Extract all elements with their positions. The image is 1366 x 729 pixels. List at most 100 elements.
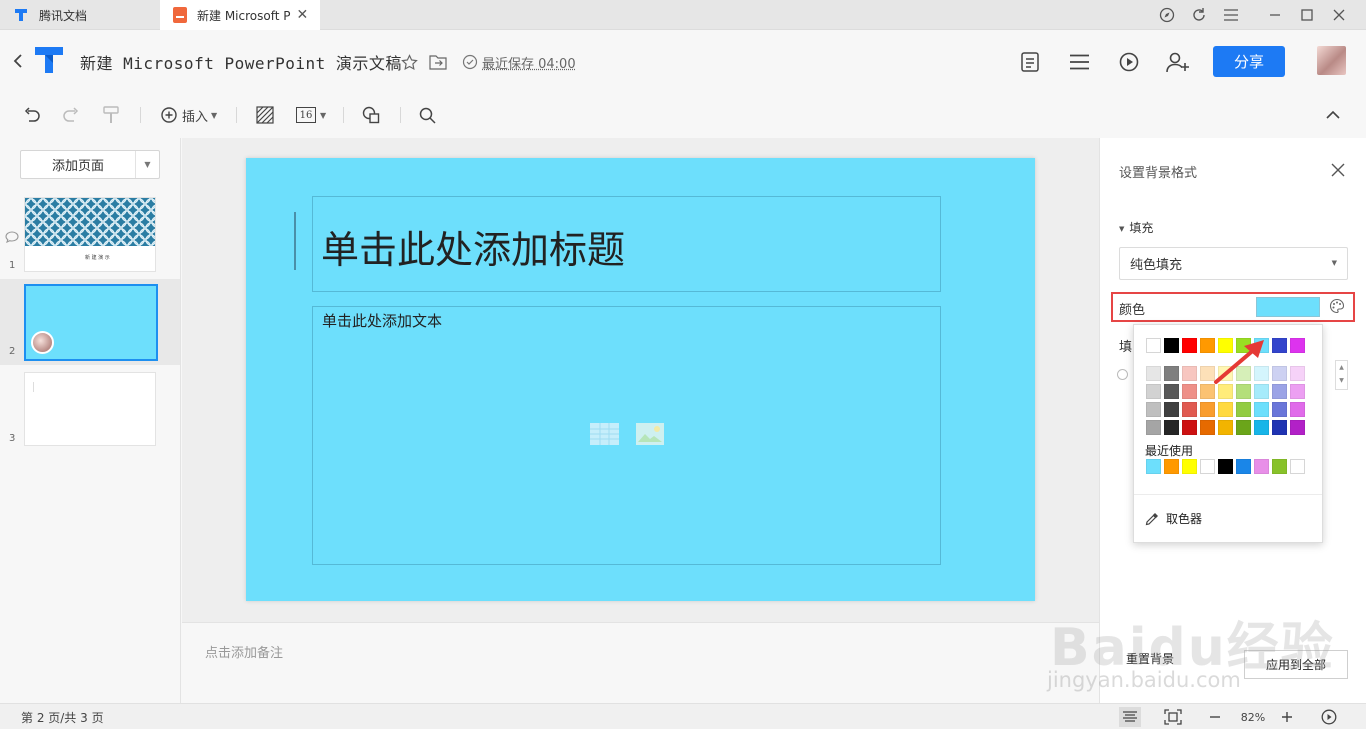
slide-thumbnail-row[interactable]: 2 (0, 279, 180, 365)
transparency-stepper[interactable]: ▲ ▼ (1335, 360, 1348, 390)
refresh-icon[interactable] (1189, 5, 1209, 25)
tab-tencent-docs[interactable]: 腾讯文档 (0, 0, 158, 30)
menu-icon[interactable] (1221, 5, 1241, 25)
maximize-icon[interactable] (1297, 5, 1317, 25)
color-swatch-shade[interactable] (1218, 384, 1233, 399)
color-swatch-shade[interactable] (1254, 384, 1269, 399)
color-swatch-shade[interactable] (1182, 402, 1197, 417)
move-to-folder-icon[interactable] (429, 55, 447, 70)
color-swatch-shade[interactable] (1254, 420, 1269, 435)
document-outline-icon[interactable] (1021, 52, 1039, 72)
color-swatch-shade[interactable] (1290, 402, 1305, 417)
color-swatch-shade[interactable] (1200, 420, 1215, 435)
color-swatch-shade[interactable] (1164, 402, 1179, 417)
color-swatch-shade[interactable] (1164, 420, 1179, 435)
color-swatch-standard[interactable] (1272, 338, 1287, 353)
palette-icon[interactable] (1329, 298, 1345, 314)
color-swatch-recent[interactable] (1164, 459, 1179, 474)
color-swatch-shade[interactable] (1272, 384, 1287, 399)
slide-thumbnail-row[interactable]: 1 新 建 演 示 (0, 193, 180, 279)
insert-table-icon[interactable] (590, 423, 619, 445)
color-swatch-standard[interactable] (1164, 338, 1179, 353)
color-swatch-standard[interactable] (1146, 338, 1161, 353)
color-swatch-recent[interactable] (1218, 459, 1233, 474)
zoom-in-icon[interactable] (1278, 707, 1296, 727)
color-swatch-shade[interactable] (1146, 420, 1161, 435)
color-swatch-shade[interactable] (1200, 384, 1215, 399)
color-swatch-standard[interactable] (1182, 338, 1197, 353)
color-swatch-shade[interactable] (1146, 366, 1161, 381)
color-swatch-shade[interactable] (1218, 420, 1233, 435)
color-swatch-shade[interactable] (1218, 402, 1233, 417)
shapes-icon[interactable] (362, 104, 380, 126)
eyedropper-button[interactable]: 取色器 (1145, 510, 1202, 527)
color-swatch-recent[interactable] (1254, 459, 1269, 474)
color-swatch-shade[interactable] (1272, 366, 1287, 381)
title-placeholder[interactable]: 单击此处添加标题 (312, 196, 941, 292)
fill-type-select[interactable]: 纯色填充 ▼ (1119, 247, 1348, 280)
color-swatch-recent[interactable] (1236, 459, 1251, 474)
search-icon[interactable] (419, 104, 436, 126)
insert-menu[interactable]: 插入 ▼ (161, 104, 217, 126)
color-swatch-shade[interactable] (1146, 402, 1161, 417)
body-placeholder[interactable]: 单击此处添加文本 (312, 306, 941, 565)
color-swatch-shade[interactable] (1236, 402, 1251, 417)
comment-icon[interactable] (5, 231, 19, 243)
fit-to-window-icon[interactable] (1163, 707, 1183, 727)
color-swatch-shade[interactable] (1272, 420, 1287, 435)
color-swatch-shade[interactable] (1164, 366, 1179, 381)
compass-icon[interactable] (1157, 5, 1177, 25)
font-size-select[interactable]: 16 ▼ (296, 104, 326, 126)
color-row[interactable]: 颜色 (1111, 292, 1355, 322)
hamburger-menu-icon[interactable] (1070, 54, 1089, 70)
slide-thumbnail-1[interactable]: 新 建 演 示 (24, 197, 156, 272)
undo-icon[interactable] (23, 104, 41, 126)
color-swatch-recent[interactable] (1200, 459, 1215, 474)
add-collaborator-icon[interactable] (1166, 51, 1190, 73)
color-swatch-recent[interactable] (1146, 459, 1161, 474)
close-window-icon[interactable] (1329, 5, 1349, 25)
transparency-slider-handle[interactable] (1117, 369, 1128, 380)
color-swatch-shade[interactable] (1200, 402, 1215, 417)
color-swatch-recent[interactable] (1182, 459, 1197, 474)
zoom-out-icon[interactable] (1206, 707, 1224, 727)
slide-thumbnail-row[interactable]: 3 (0, 366, 180, 452)
tencent-docs-logo[interactable] (33, 45, 65, 75)
current-slide[interactable]: 单击此处添加标题 单击此处添加文本 (246, 158, 1035, 601)
color-swatch-shade[interactable] (1182, 420, 1197, 435)
color-swatch-shade[interactable] (1290, 384, 1305, 399)
format-painter-icon[interactable] (103, 104, 119, 126)
play-slideshow-icon[interactable] (1119, 52, 1139, 72)
add-page-button[interactable]: 添加页面 ▼ (20, 150, 160, 179)
close-panel-icon[interactable] (1331, 163, 1345, 177)
color-swatch-shade[interactable] (1182, 366, 1197, 381)
close-tab-icon[interactable]: ✕ (296, 7, 308, 23)
color-swatch-shade[interactable] (1146, 384, 1161, 399)
user-avatar[interactable] (1317, 46, 1346, 75)
save-status[interactable]: 最近保存 04:00 (482, 53, 576, 72)
color-swatch-shade[interactable] (1236, 384, 1251, 399)
notes-toggle-icon[interactable] (1119, 707, 1141, 727)
slide-thumbnail-3[interactable] (24, 372, 156, 446)
slide-thumbnail-2[interactable] (24, 284, 158, 361)
color-swatch-shade[interactable] (1182, 384, 1197, 399)
fill-section-header[interactable]: ▼ 填充 (1119, 219, 1153, 236)
color-swatch-standard[interactable] (1290, 338, 1305, 353)
tab-presentation[interactable]: 新建 Microsoft P ✕ (160, 0, 320, 30)
color-swatch-shade[interactable] (1164, 384, 1179, 399)
color-swatch-shade[interactable] (1290, 420, 1305, 435)
minimize-icon[interactable] (1265, 5, 1285, 25)
zoom-level[interactable]: 82% (1236, 707, 1270, 727)
share-button[interactable]: 分享 (1213, 46, 1285, 77)
add-page-dropdown-icon[interactable]: ▼ (135, 151, 159, 178)
collapse-toolbar-icon[interactable] (1325, 104, 1341, 126)
color-swatch-shade[interactable] (1254, 402, 1269, 417)
star-icon[interactable] (401, 54, 418, 71)
back-icon[interactable] (12, 53, 24, 69)
play-icon[interactable] (1320, 707, 1338, 727)
document-title[interactable]: 新建 Microsoft PowerPoint 演示文稿 (80, 50, 402, 74)
redo-icon[interactable] (62, 104, 80, 126)
background-pattern-icon[interactable] (256, 104, 274, 126)
color-swatch-shade[interactable] (1272, 402, 1287, 417)
color-swatch-recent[interactable] (1272, 459, 1287, 474)
